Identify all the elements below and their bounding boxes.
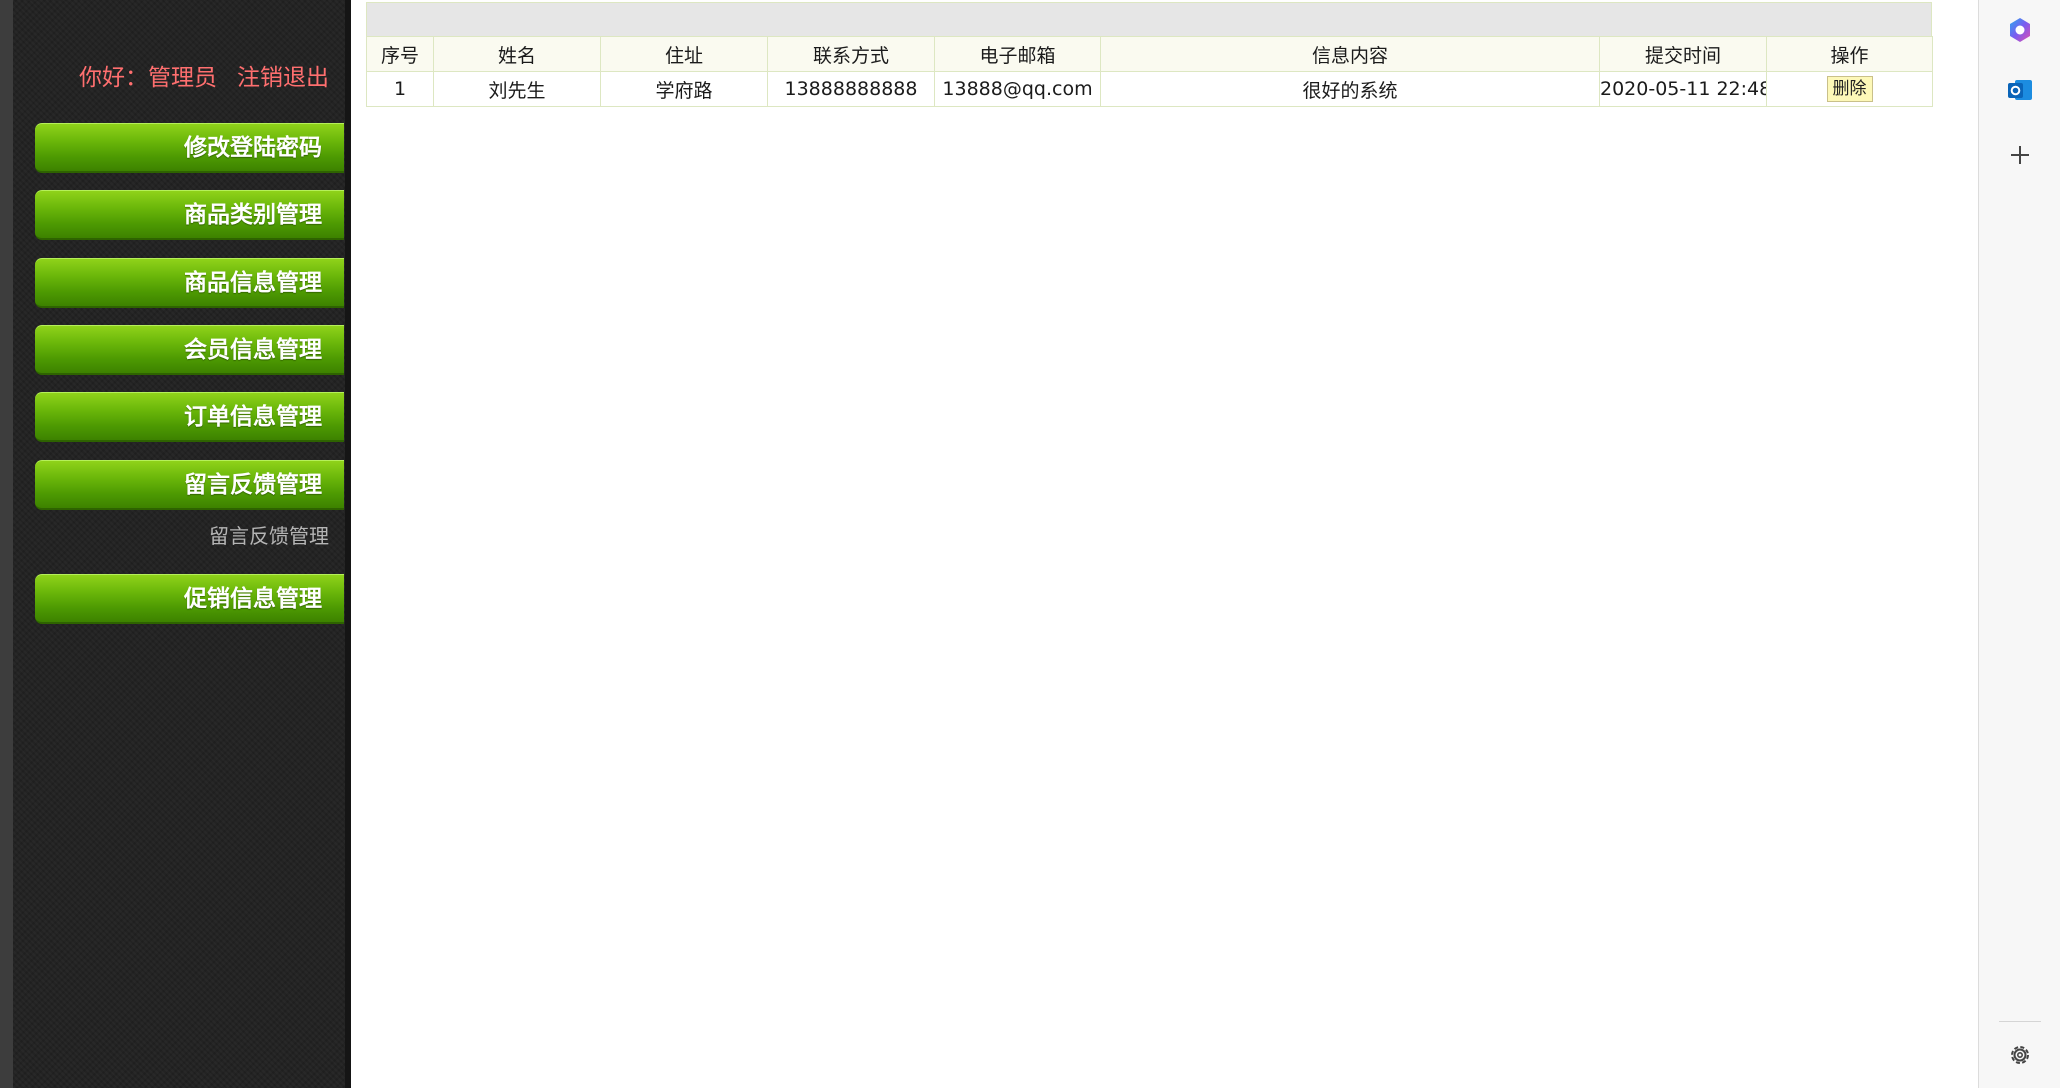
menu-change-password[interactable]: 修改登陆密码 xyxy=(35,123,344,173)
header-action: 操作 xyxy=(1766,36,1933,72)
cell-address: 学府路 xyxy=(600,71,768,107)
table-header-row: 序号 姓名 住址 联系方式 电子邮箱 信息内容 提交时间 操作 xyxy=(366,36,1933,72)
menu-product-management[interactable]: 商品信息管理 xyxy=(35,258,344,308)
cell-phone: 13888888888 xyxy=(767,71,935,107)
cell-time: 2020-05-11 22:48 xyxy=(1599,71,1767,107)
cell-email: 13888@qq.com xyxy=(934,71,1101,107)
cell-name: 刘先生 xyxy=(433,71,601,107)
logout-link[interactable]: 注销退出 xyxy=(237,58,329,92)
header-content: 信息内容 xyxy=(1100,36,1600,72)
menu-feedback-management[interactable]: 留言反馈管理 xyxy=(35,460,344,510)
header-address: 住址 xyxy=(600,36,768,72)
menu-member-management[interactable]: 会员信息管理 xyxy=(35,325,344,375)
window-left-strip xyxy=(0,0,13,1088)
settings-icon[interactable] xyxy=(1979,1041,2060,1073)
outlook-icon[interactable] xyxy=(1979,76,2060,108)
add-icon[interactable] xyxy=(1979,142,2060,172)
menu-category-management[interactable]: 商品类别管理 xyxy=(35,190,344,240)
greeting-text: 你好：管理员 xyxy=(79,65,217,91)
sidebar-edge xyxy=(345,0,351,1088)
user-greeting: 你好：管理员 注销退出 xyxy=(79,58,329,92)
header-time: 提交时间 xyxy=(1599,36,1767,72)
menu-order-management[interactable]: 订单信息管理 xyxy=(35,392,344,442)
header-phone: 联系方式 xyxy=(767,36,935,72)
feedback-table-container: 序号 姓名 住址 联系方式 电子邮箱 信息内容 提交时间 操作 1 刘先生 学府… xyxy=(366,2,1933,107)
table-caption-bar xyxy=(366,2,1932,36)
header-name: 姓名 xyxy=(433,36,601,72)
header-index: 序号 xyxy=(366,36,434,72)
header-email: 电子邮箱 xyxy=(934,36,1101,72)
side-panel-divider xyxy=(1999,1021,2041,1022)
browser-side-panel xyxy=(1978,0,2060,1088)
cell-index: 1 xyxy=(366,71,434,107)
delete-button[interactable]: 删除 xyxy=(1826,76,1873,102)
table-row: 1 刘先生 学府路 13888888888 13888@qq.com 很好的系统… xyxy=(366,71,1933,107)
menu-promotion-management[interactable]: 促销信息管理 xyxy=(35,574,344,624)
cell-content: 很好的系统 xyxy=(1100,71,1600,107)
cell-action: 删除 xyxy=(1766,71,1933,107)
feedback-table: 序号 姓名 住址 联系方式 电子邮箱 信息内容 提交时间 操作 1 刘先生 学府… xyxy=(366,36,1933,107)
admin-sidebar: 你好：管理员 注销退出 修改登陆密码 商品类别管理 商品信息管理 会员信息管理 订… xyxy=(13,0,351,1088)
copilot-icon[interactable] xyxy=(1979,16,2060,48)
submenu-feedback-management[interactable]: 留言反馈管理 xyxy=(209,520,329,549)
